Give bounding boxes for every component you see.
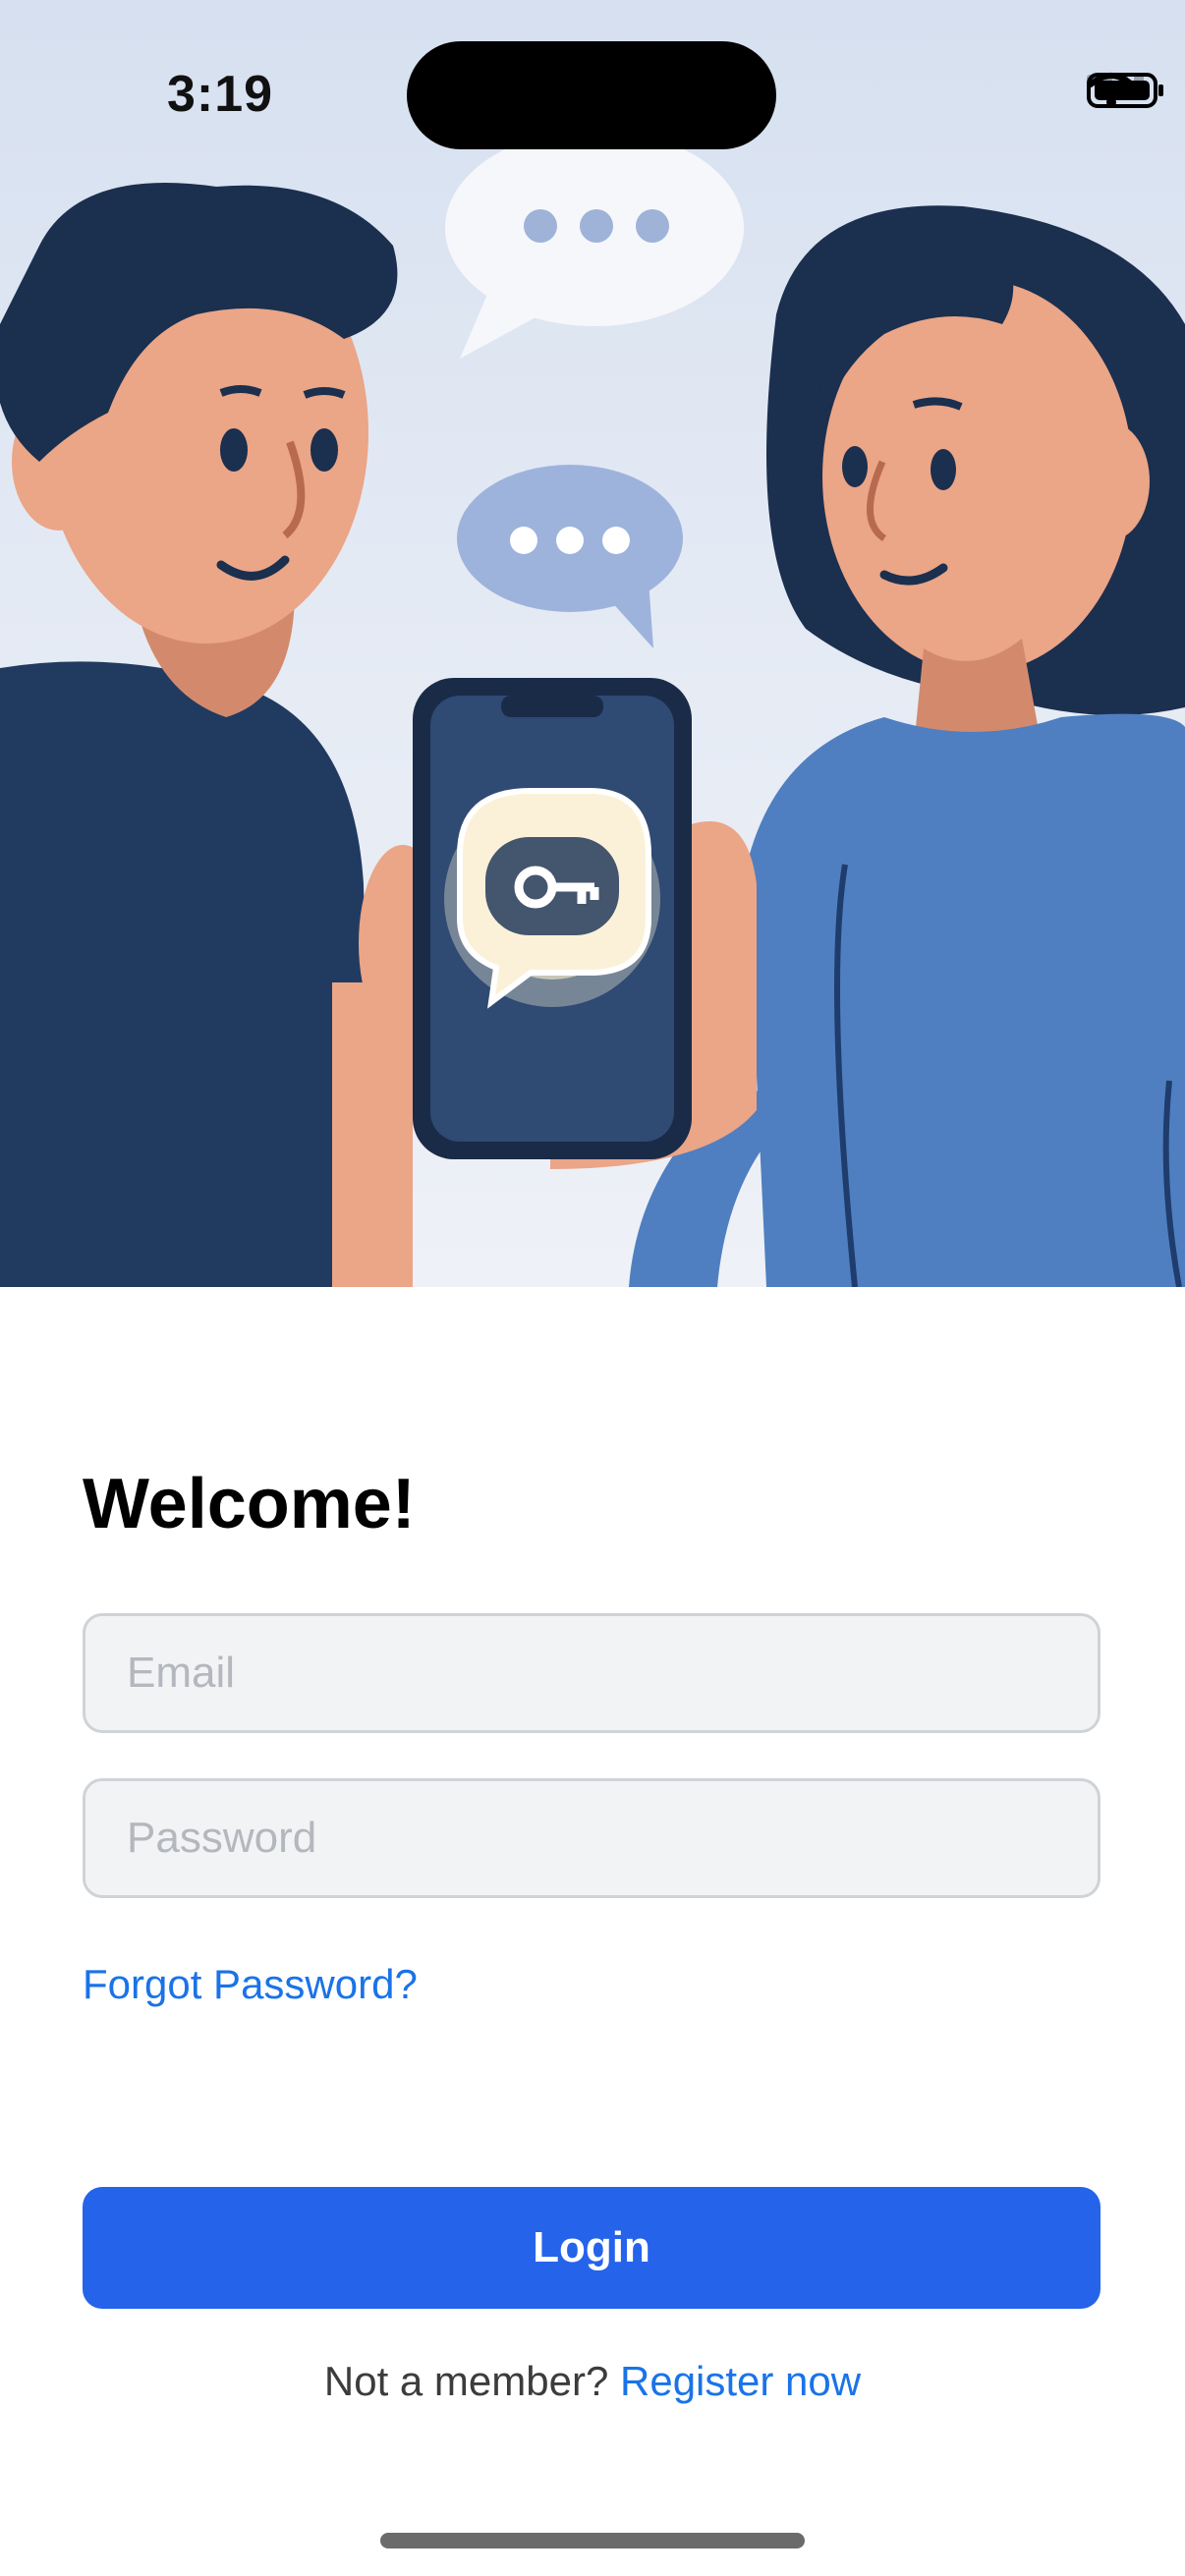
man-figure <box>0 183 413 1287</box>
register-prompt: Not a member? Register now <box>0 2358 1185 2405</box>
home-indicator[interactable] <box>380 2533 805 2548</box>
login-button[interactable]: Login <box>83 2187 1100 2309</box>
dynamic-island <box>407 41 776 149</box>
password-field[interactable] <box>83 1778 1100 1898</box>
chat-bubble-middle <box>457 465 683 648</box>
phone-illustration <box>359 678 757 1169</box>
email-input[interactable] <box>85 1616 1098 1730</box>
chat-bubble-top <box>445 130 744 359</box>
hero-illustration: 3:19 <box>0 0 1185 1287</box>
email-field[interactable] <box>83 1613 1100 1733</box>
password-input[interactable] <box>85 1781 1098 1895</box>
battery-icon <box>1087 73 1163 108</box>
status-time: 3:19 <box>167 66 274 123</box>
welcome-title: Welcome! <box>83 1465 416 1543</box>
register-link[interactable]: Register now <box>620 2358 861 2404</box>
register-prompt-text: Not a member? <box>323 2358 609 2404</box>
forgot-password-link[interactable]: Forgot Password? <box>83 1961 418 2008</box>
people-sharing-phone-illustration <box>0 130 1185 1287</box>
